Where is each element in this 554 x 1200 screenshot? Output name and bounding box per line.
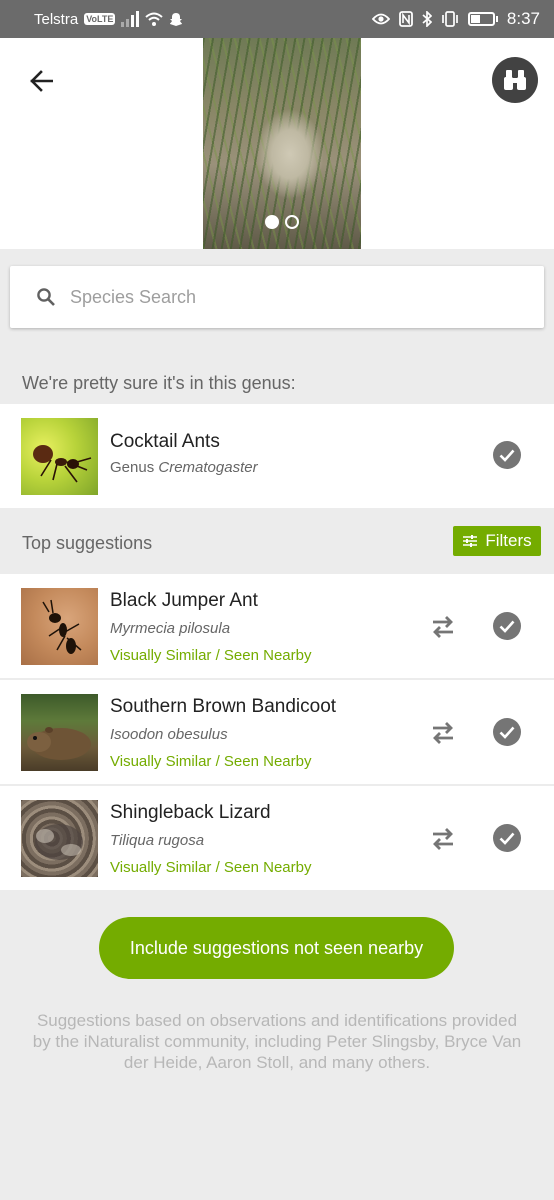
suggestions-section-label: Top suggestions (22, 533, 153, 553)
select-suggestion-button[interactable] (493, 824, 521, 852)
attribution-footnote: Suggestions based on observations and id… (32, 1011, 522, 1072)
photo-pager-dot[interactable] (285, 215, 299, 229)
observation-photo[interactable] (203, 38, 361, 249)
nfc-icon (399, 11, 413, 27)
genus-common-name: Cocktail Ants (110, 431, 220, 452)
binoculars-icon (504, 70, 526, 90)
search-icon (37, 288, 55, 306)
select-suggestion-button[interactable] (493, 718, 521, 746)
suggestion-row[interactable]: Southern Brown Bandicoot Isoodon obesulu… (0, 680, 554, 784)
check-icon (499, 726, 515, 739)
species-search-bar[interactable] (10, 266, 544, 328)
genus-row[interactable]: Cocktail Ants Genus Crematogaster (0, 404, 554, 508)
bluetooth-icon (422, 11, 432, 27)
species-thumbnail (21, 800, 98, 877)
suggestion-common-name: Southern Brown Bandicoot (110, 696, 337, 717)
snapchat-icon (170, 12, 183, 26)
battery-icon (467, 12, 498, 26)
suggestion-scientific-name: Isoodon obesulus (110, 726, 228, 743)
carrier-name: Telstra (34, 10, 79, 28)
suggestion-tags: Visually Similar / Seen Nearby (110, 753, 312, 770)
select-suggestion-button[interactable] (493, 612, 521, 640)
species-thumbnail (21, 418, 98, 495)
header (0, 38, 554, 249)
vibrate-icon (442, 11, 458, 27)
species-search-input[interactable] (70, 286, 470, 308)
check-icon (499, 620, 515, 633)
filters-label: Filters (485, 531, 532, 550)
suggestion-row[interactable]: Black Jumper Ant Myrmecia pilosula Visua… (0, 574, 554, 678)
compare-arrows-icon (433, 722, 453, 744)
species-thumbnail (21, 588, 98, 665)
binoculars-button[interactable] (492, 57, 538, 103)
volte-badge: VoLTE (84, 13, 116, 25)
suggestion-tags: Visually Similar / Seen Nearby (110, 859, 312, 876)
sliders-icon (463, 535, 478, 547)
suggestion-scientific-name: Myrmecia pilosula (110, 620, 231, 637)
wifi-icon (145, 12, 164, 26)
check-icon (499, 832, 515, 845)
genus-scientific-name: Genus Crematogaster (110, 459, 258, 476)
filters-button[interactable]: Filters (453, 526, 541, 556)
compare-button[interactable] (428, 824, 458, 854)
rank-label: Genus (110, 459, 155, 476)
compare-button[interactable] (428, 612, 458, 642)
eye-icon (371, 13, 390, 25)
arrow-left-icon (30, 70, 53, 92)
suggestion-tags: Visually Similar / Seen Nearby (110, 647, 312, 664)
suggestion-row[interactable]: Shingleback Lizard Tiliqua rugosa Visual… (0, 786, 554, 890)
species-thumbnail (21, 694, 98, 771)
select-genus-button[interactable] (493, 441, 521, 469)
compare-button[interactable] (428, 718, 458, 748)
compare-arrows-icon (433, 828, 453, 850)
status-bar: Telstra VoLTE 8:37 (0, 0, 554, 38)
compare-arrows-icon (433, 616, 453, 638)
genus-section-label: We're pretty sure it's in this genus: (22, 373, 296, 393)
clock: 8:37 (506, 9, 540, 28)
suggestion-common-name: Black Jumper Ant (110, 590, 258, 611)
scientific-name: Crematogaster (158, 459, 258, 476)
photo-pager-dot[interactable] (265, 215, 279, 229)
suggestion-common-name: Shingleback Lizard (110, 802, 271, 823)
suggestion-scientific-name: Tiliqua rugosa (110, 832, 205, 849)
photo-pager[interactable] (203, 215, 361, 229)
signal-icon (121, 11, 140, 27)
back-button[interactable] (24, 66, 58, 96)
check-icon (499, 449, 515, 462)
include-not-nearby-button[interactable]: Include suggestions not seen nearby (99, 917, 454, 979)
